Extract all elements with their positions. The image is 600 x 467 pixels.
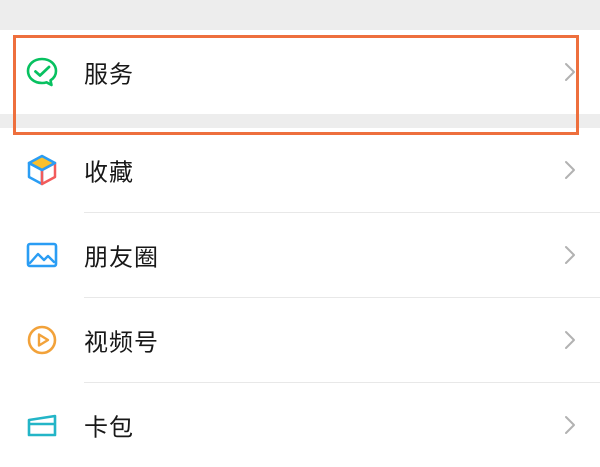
service-group: 服务: [0, 30, 600, 114]
moments-picture-icon: [24, 237, 60, 273]
menu-item-channels[interactable]: 视频号: [0, 298, 600, 382]
chevron-right-icon: [562, 243, 578, 267]
main-menu-group: 收藏 朋友圈 视频号 卡包: [0, 128, 600, 467]
menu-item-favorites-label: 收藏: [84, 158, 134, 187]
chevron-right-icon: [562, 413, 578, 437]
chevron-right-icon: [562, 328, 578, 352]
section-gap: [0, 114, 600, 128]
menu-item-moments-label: 朋友圈: [84, 243, 159, 272]
channels-play-icon: [24, 322, 60, 358]
menu-item-favorites[interactable]: 收藏: [0, 128, 600, 212]
favorites-cube-icon: [24, 152, 60, 188]
card-wallet-icon: [24, 407, 60, 443]
menu-item-service[interactable]: 服务: [0, 30, 600, 114]
menu-item-card-wallet-label: 卡包: [84, 413, 134, 442]
wechat-pay-icon: [24, 54, 60, 90]
menu-item-service-label: 服务: [84, 60, 134, 89]
chevron-right-icon: [562, 158, 578, 182]
chevron-right-icon: [562, 60, 578, 84]
menu-item-card-wallet[interactable]: 卡包: [0, 383, 600, 467]
menu-item-moments[interactable]: 朋友圈: [0, 213, 600, 297]
top-gap: [0, 0, 600, 30]
menu-item-channels-label: 视频号: [84, 328, 159, 357]
